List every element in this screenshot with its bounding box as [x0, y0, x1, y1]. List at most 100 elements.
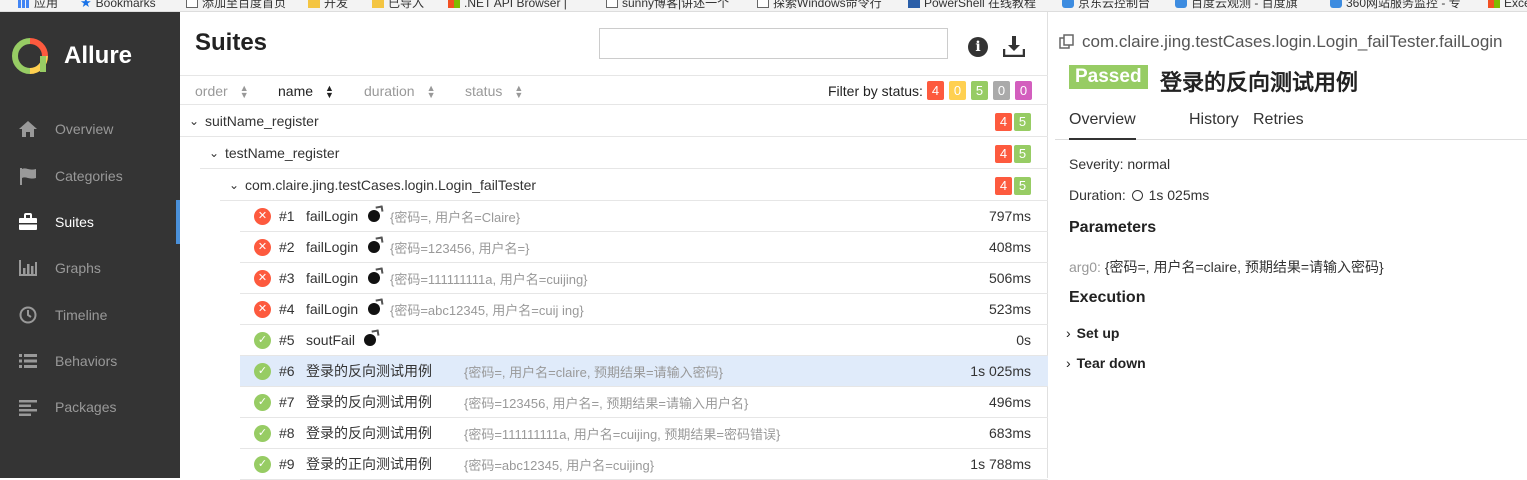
test-row[interactable]: ✕ #1 failLogin {密码=, 用户名=Claire} 797ms — [240, 201, 1048, 232]
excel-icon — [1488, 0, 1500, 8]
test-row[interactable]: ✕ #3 failLogin {密码=111111111a, 用户名=cuiji… — [240, 263, 1048, 294]
page-icon — [606, 0, 618, 8]
tree-group-suite[interactable]: ⌄ suitName_register 45 — [180, 106, 1048, 137]
chevron-right-icon: › — [1066, 355, 1071, 371]
filter-broken[interactable]: 0 — [949, 81, 966, 100]
flaky-bomb-icon — [368, 272, 380, 284]
star-icon: ★ — [80, 0, 92, 10]
copy-icon[interactable] — [1059, 34, 1074, 49]
failed-status-icon: ✕ — [254, 269, 271, 287]
chevron-down-icon: ⌄ — [189, 114, 200, 128]
filter-failed[interactable]: 4 — [927, 81, 944, 100]
sidebar-item-timeline[interactable]: Timeline — [0, 293, 180, 337]
filter-unknown[interactable]: 0 — [1015, 81, 1032, 100]
microsoft-icon — [448, 0, 460, 8]
list-icon — [19, 354, 37, 368]
tree-group-test[interactable]: ⌄ testName_register 45 — [200, 138, 1048, 169]
status-badge: Passed — [1069, 65, 1148, 89]
duration-label: Duration: — [1069, 187, 1126, 203]
bookmark-windows-cmd[interactable]: 探索Windows命令行 — [757, 0, 882, 9]
chevron-down-icon: ⌄ — [229, 178, 240, 192]
chevron-down-icon: ⌄ — [209, 146, 220, 160]
bookmark-bookmarks[interactable]: ★ Bookmarks — [80, 0, 156, 10]
bookmark-baidu-cloud[interactable]: 百度云观测 - 百度旗 — [1175, 0, 1298, 9]
search-input[interactable] — [599, 28, 948, 59]
test-row[interactable]: ✓ #5 soutFail 0s — [240, 325, 1048, 356]
bar-chart-icon — [19, 260, 37, 276]
allure-logo-icon — [12, 38, 48, 74]
sort-order[interactable]: order ▲ ▼ — [195, 83, 249, 100]
bookmark-dev-folder[interactable]: 开发 — [308, 0, 348, 9]
test-row[interactable]: ✕ #2 failLogin {密码=123456, 用户名=} 408ms — [240, 232, 1048, 263]
tree-group-class[interactable]: ⌄ com.claire.jing.testCases.login.Login_… — [220, 170, 1048, 201]
page-icon — [186, 0, 198, 8]
bookmark-sunny-blog[interactable]: sunny博客|讲述一个 — [606, 0, 729, 9]
bookmark-excel[interactable]: Exce — [1488, 0, 1527, 9]
test-row[interactable]: ✕ #4 failLogin {密码=abc12345, 用户名=cuij in… — [240, 294, 1048, 325]
page-icon — [757, 0, 769, 8]
clock-icon — [19, 306, 37, 324]
passed-status-icon: ✓ — [254, 393, 271, 411]
cloud-icon — [1330, 0, 1342, 8]
folder-icon — [308, 0, 320, 8]
cloud-icon — [1062, 0, 1074, 8]
tab-retries[interactable]: Retries — [1253, 111, 1304, 140]
failed-status-icon: ✕ — [254, 238, 271, 256]
flaky-bomb-icon — [368, 241, 380, 253]
tab-history[interactable]: History — [1189, 111, 1239, 140]
flaky-bomb-icon — [368, 303, 380, 315]
duration-value: 1s 025ms — [1148, 187, 1210, 203]
sidebar-item-label: Packages — [55, 399, 117, 415]
bookmark-jdcloud[interactable]: 京东云控制台 — [1062, 0, 1150, 9]
download-icon[interactable] — [1003, 35, 1025, 57]
sort-duration[interactable]: duration ▲ ▼ — [364, 83, 436, 100]
breadcrumb: com.claire.jing.testCases.login.Login_fa… — [1082, 32, 1503, 51]
parameter-key: arg0: — [1069, 259, 1101, 275]
sidebar-item-label: Overview — [55, 121, 114, 137]
info-icon[interactable]: i — [968, 37, 988, 57]
test-row-selected[interactable]: ✓ #6 登录的反向测试用例 {密码=, 用户名=claire, 预期结果=请输… — [240, 356, 1048, 387]
bookmark-360[interactable]: 360网站服务监控 - 专 — [1330, 0, 1461, 9]
suites-panel: Suites i order ▲ ▼ name ▲ ▼ duration ▲ ▼ statu… — [180, 12, 1048, 480]
bookmark-powershell[interactable]: PowerShell 在线教程 — [908, 0, 1036, 9]
sort-name[interactable]: name ▲ ▼ — [278, 83, 334, 100]
sort-status[interactable]: status ▲ ▼ — [465, 83, 523, 100]
sidebar-item-behaviors[interactable]: Behaviors — [0, 339, 180, 383]
sidebar-item-graphs[interactable]: Graphs — [0, 246, 180, 290]
failed-status-icon: ✕ — [254, 207, 271, 225]
parameters-heading: Parameters — [1069, 219, 1157, 236]
test-row[interactable]: ✓ #8 登录的反向测试用例 {密码=111111111a, 用户名=cuiji… — [240, 418, 1048, 449]
sidebar-item-overview[interactable]: Overview — [0, 107, 180, 151]
filter-passed[interactable]: 5 — [971, 81, 988, 100]
group-counts: 45 — [995, 113, 1031, 131]
passed-status-icon: ✓ — [254, 424, 271, 442]
cloud-icon — [1175, 0, 1187, 8]
sidebar-item-suites[interactable]: Suites — [0, 200, 180, 244]
brand-name: Allure — [64, 42, 133, 69]
tab-overview[interactable]: Overview — [1069, 111, 1136, 140]
passed-status-icon: ✓ — [254, 362, 271, 380]
duration: Duration: 1s 025ms — [1069, 187, 1209, 203]
filter-skipped[interactable]: 0 — [993, 81, 1010, 100]
bookmark-apps[interactable]: 应用 — [18, 0, 58, 9]
bookmark-dotnet[interactable]: .NET API Browser | — [448, 0, 567, 9]
bookmark-imported-folder[interactable]: 已导入 — [372, 0, 424, 9]
briefcase-icon — [19, 213, 37, 230]
sidebar-item-categories[interactable]: Categories — [0, 154, 180, 198]
flaky-bomb-icon — [364, 334, 376, 346]
bookmark-baidu[interactable]: 添加至百度首页 — [186, 0, 286, 9]
sidebar-item-packages[interactable]: Packages — [0, 385, 180, 429]
passed-status-icon: ✓ — [254, 455, 271, 473]
setup-toggle[interactable]: › Set up — [1066, 325, 1119, 341]
test-title: 登录的反向测试用例 — [1160, 70, 1359, 95]
sidebar-item-label: Timeline — [55, 307, 108, 323]
test-row[interactable]: ✓ #7 登录的反向测试用例 {密码=123456, 用户名=, 预期结果=请输… — [240, 387, 1048, 418]
test-row[interactable]: ✓ #9 登录的正向测试用例 {密码=abc12345, 用户名=cuijing… — [240, 449, 1048, 480]
brand[interactable]: Allure — [12, 38, 132, 74]
bookmarks-bar: 应用 ★ Bookmarks 添加至百度首页 开发 已导入 .NET API Br… — [0, 0, 1527, 12]
flag-icon — [20, 168, 36, 185]
failed-status-icon: ✕ — [254, 300, 271, 318]
execution-heading: Execution — [1069, 289, 1146, 306]
sidebar-item-label: Behaviors — [55, 353, 118, 369]
teardown-toggle[interactable]: › Tear down — [1066, 355, 1146, 371]
